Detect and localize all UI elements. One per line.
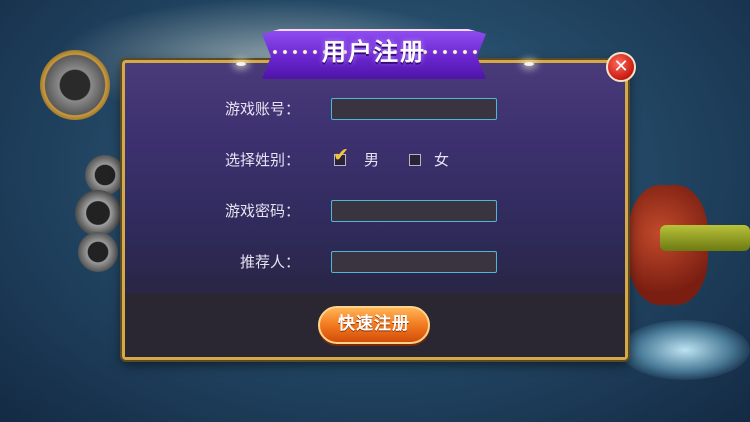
quick-register-button[interactable]: 快速注册 [318,306,430,344]
background-barrel [75,190,121,236]
password-label: 游戏密码： [224,202,300,220]
background-barrel [85,155,125,195]
gender-male-label: 男 [364,151,380,169]
gender-male-checkbox[interactable]: ✔ [333,146,349,166]
background-gun [660,225,750,251]
close-icon: ✕ [613,56,629,77]
referrer-label: 推荐人： [239,253,300,271]
password-input[interactable] [331,200,497,222]
account-label: 游戏账号： [224,100,300,118]
gender-female-checkbox[interactable] [409,154,421,166]
checkmark-icon: ✔ [333,144,349,166]
background-barrel [78,232,118,272]
panel-lamp [236,62,246,66]
panel-lamp [524,62,534,66]
account-input[interactable] [331,98,497,120]
referrer-input[interactable] [331,251,497,273]
gender-label: 选择姓别： [224,151,300,169]
gender-female-label: 女 [434,151,450,169]
background-splash [620,320,750,380]
close-button[interactable]: ✕ [606,52,636,82]
background-cannon-left [40,50,110,120]
dialog-title: 用户注册 [322,38,426,66]
